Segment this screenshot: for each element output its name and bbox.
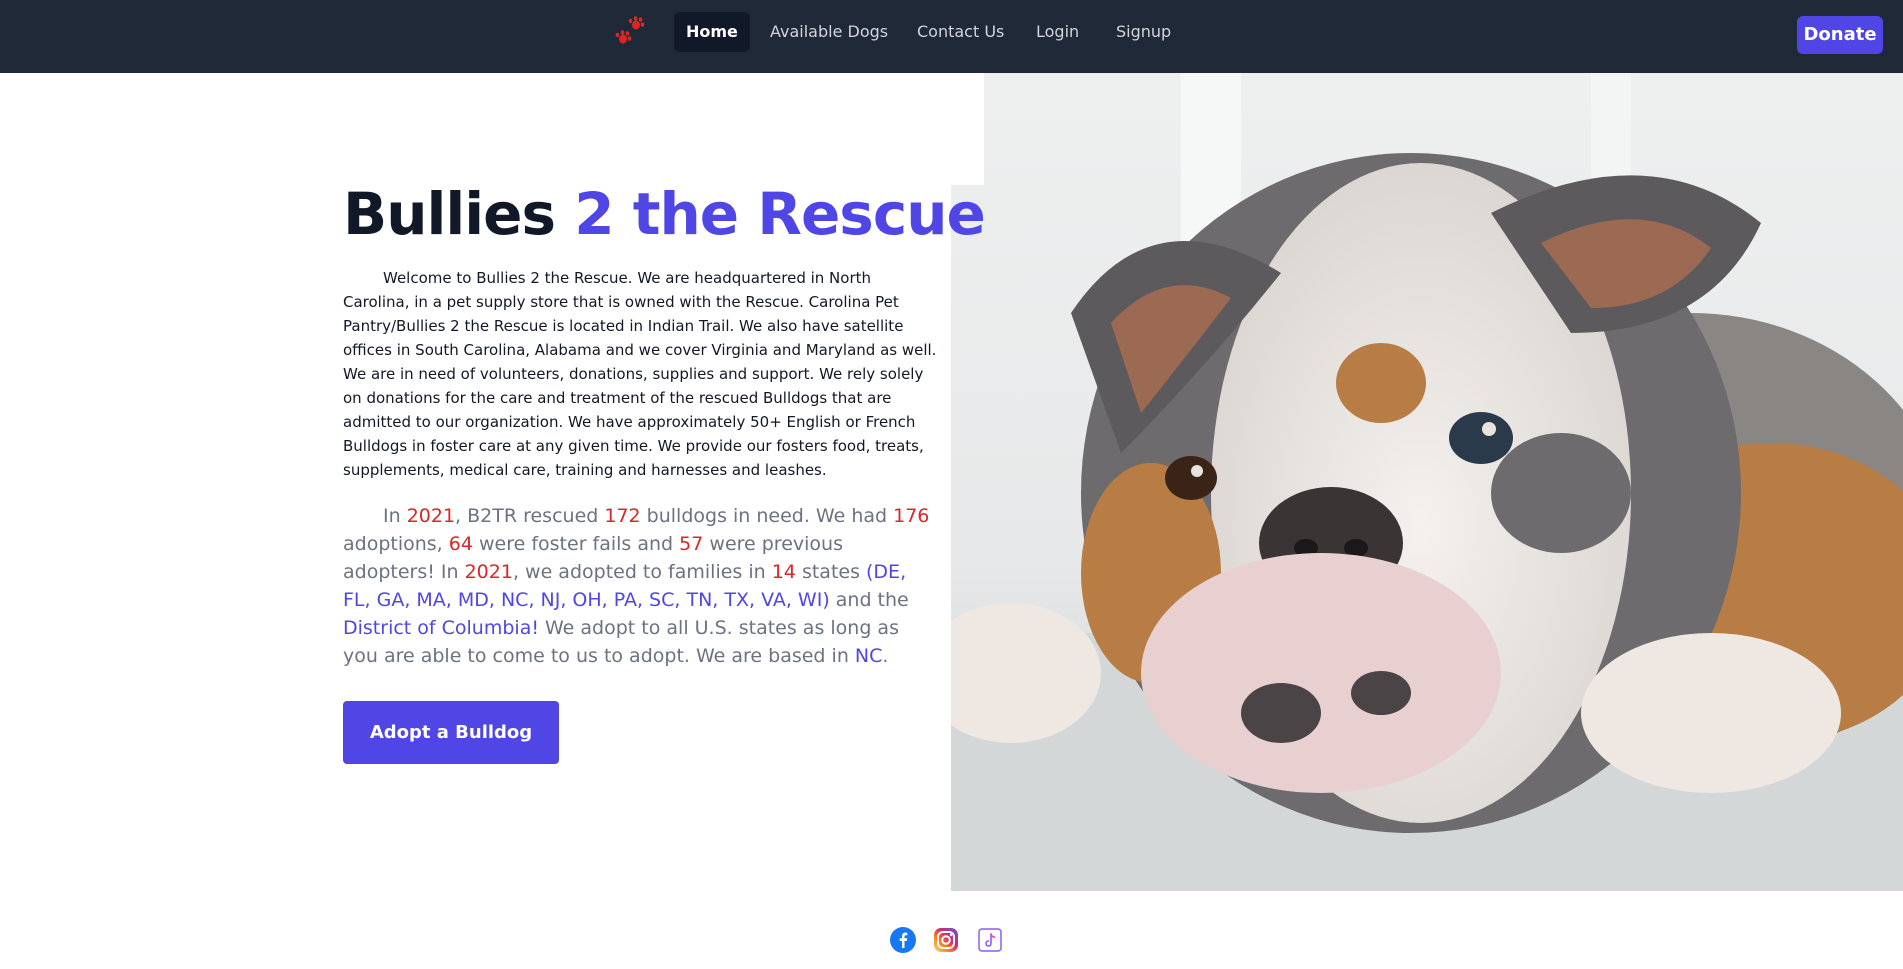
- nav-home[interactable]: Home: [674, 12, 750, 52]
- instagram-icon[interactable]: [932, 926, 960, 954]
- nav-available-dogs[interactable]: Available Dogs: [758, 12, 900, 52]
- facebook-icon[interactable]: [889, 926, 917, 954]
- stats-paragraph: In 2021, B2TR rescued 172 bulldogs in ne…: [343, 505, 930, 667]
- nav-signup[interactable]: Signup: [1104, 12, 1183, 52]
- paw-icon[interactable]: [612, 14, 648, 50]
- intro-paragraph: Welcome to Bullies 2 the Rescue. We are …: [343, 269, 937, 479]
- photo-notch: [951, 73, 984, 185]
- nav-login[interactable]: Login: [1024, 12, 1091, 52]
- bulldog-photo: [951, 73, 1903, 891]
- nav-contact-us[interactable]: Contact Us: [905, 12, 1016, 52]
- page-title: Bullies 2 the Rescue: [343, 180, 986, 248]
- tiktok-icon[interactable]: [976, 926, 1004, 954]
- donate-button[interactable]: Donate: [1797, 16, 1883, 54]
- top-navbar: Home Available Dogs Contact Us Login Sig…: [0, 0, 1903, 73]
- adopt-bulldog-button[interactable]: Adopt a Bulldog: [343, 701, 559, 764]
